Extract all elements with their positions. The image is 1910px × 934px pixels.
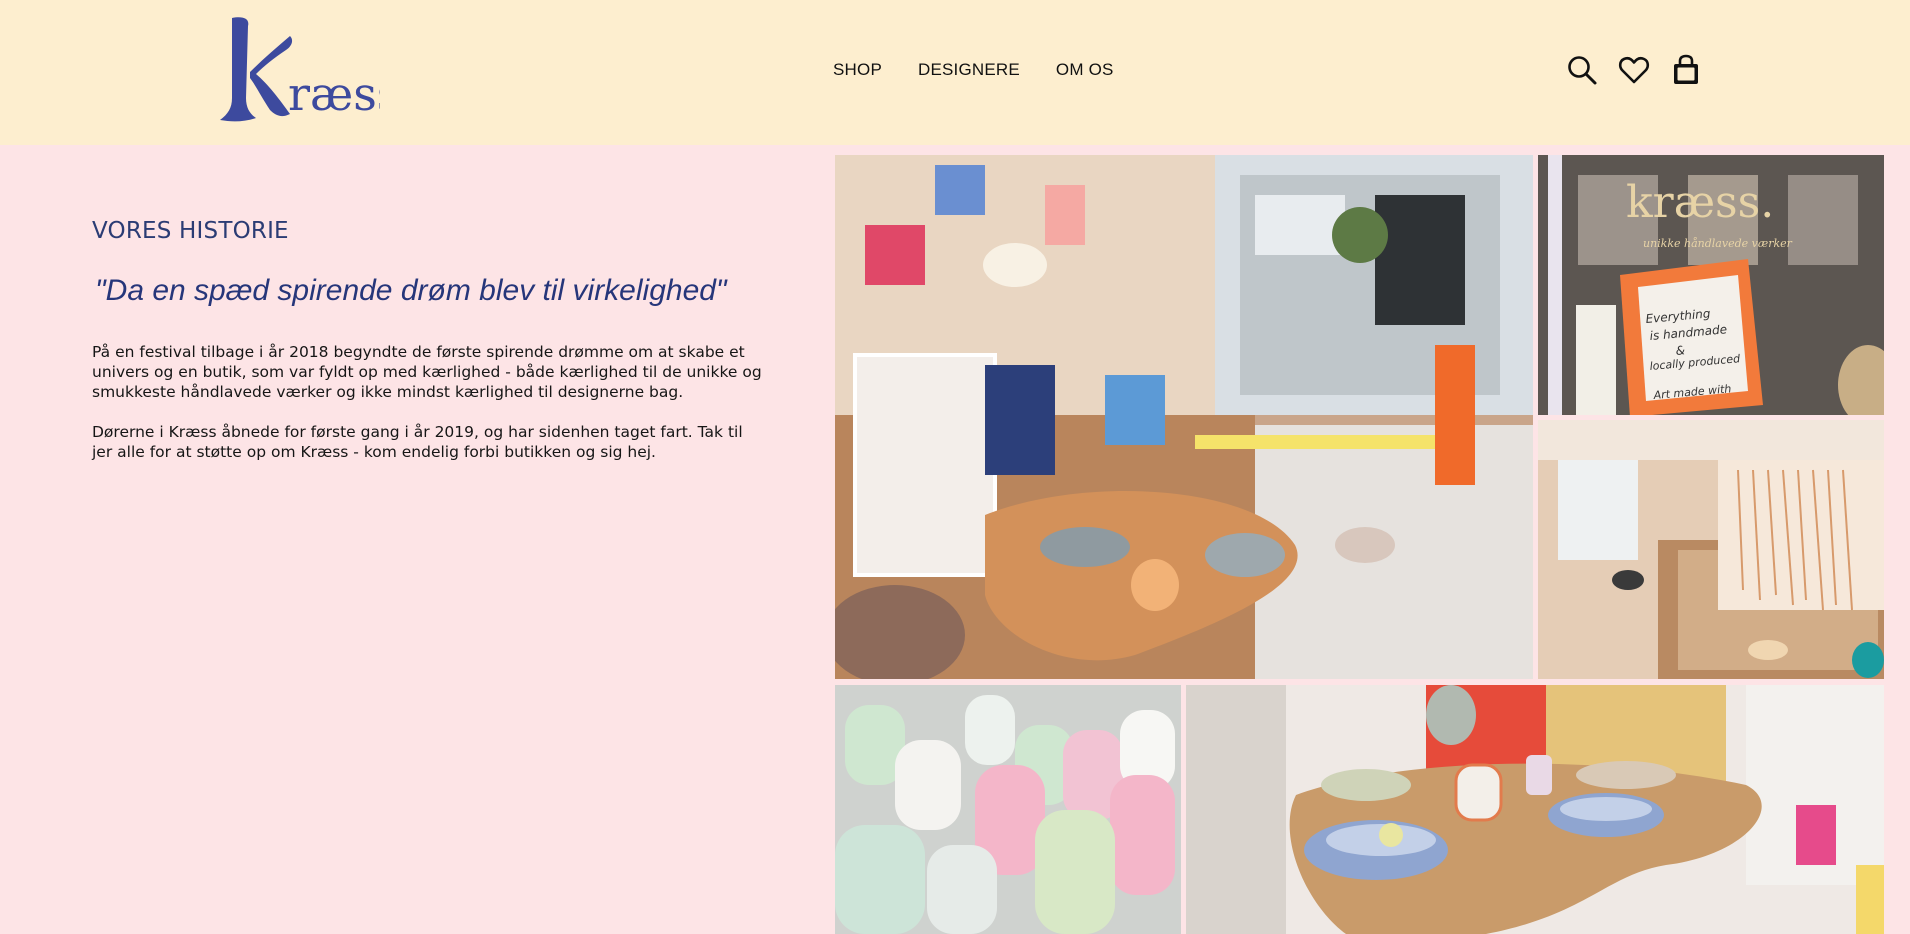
nav-shop[interactable]: SHOP [833,60,882,80]
photo-shop-window: kræss. unikke håndlavede værker Everythi… [1538,155,1884,415]
nav-om-os[interactable]: OM OS [1056,60,1114,80]
window-sign-text: kræss. [1626,177,1774,228]
header-icons [1566,54,1702,86]
photo-jewelry-display [1538,420,1884,679]
story-quote: "Da en spæd spirende drøm blev til virke… [95,274,727,307]
story-paragraph-1: På en festival tilbage i år 2018 begyndt… [92,343,762,401]
section-kicker: VORES HISTORIE [92,218,289,244]
photo-candles [835,685,1181,934]
board-line-3: & [1675,343,1686,358]
main-nav: SHOP DESIGNERE OM OS [833,60,1114,80]
window-sign-subtext: unikke håndlavede værker [1643,237,1793,250]
story-paragraph-2: Dørerne i Kræss åbnede for første gang i… [92,423,743,461]
shopping-bag-icon[interactable] [1670,54,1702,86]
heart-icon[interactable] [1618,54,1650,86]
site-header: ræss SHOP DESIGNERE OM OS [0,0,1910,145]
story-section: VORES HISTORIE "Da en spæd spirende drøm… [92,218,772,482]
search-icon[interactable] [1566,54,1598,86]
nav-designere[interactable]: DESIGNERE [918,60,1020,80]
svg-text:ræss: ræss [288,67,380,121]
photo-ceramics-table [1186,685,1884,934]
photo-shop-interior [835,155,1533,679]
kraess-logo[interactable]: ræss [210,10,380,130]
